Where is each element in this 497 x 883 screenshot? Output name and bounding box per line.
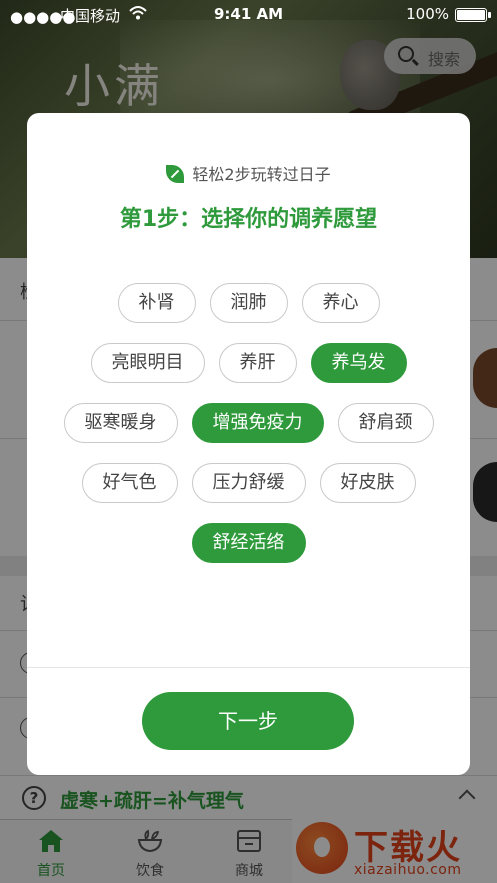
advice-text: 虚寒+疏肝=补气理气 (60, 790, 244, 812)
search-button[interactable]: 搜索 (384, 38, 476, 74)
search-icon (398, 46, 414, 62)
wish-tag[interactable]: 舒肩颈 (337, 403, 434, 443)
next-step-button[interactable]: 下一步 (142, 692, 354, 750)
tag-row: 驱寒暖身 增强免疫力 舒肩颈 (27, 403, 470, 443)
tab-label: 商城 (235, 863, 263, 879)
wish-tag-selected[interactable]: 增强免疫力 (191, 403, 324, 443)
tag-grid: 补肾 润肺 养心 亮眼明目 养肝 养乌发 驱寒暖身 增强免疫力 舒肩颈 好气色 压力舒缓 好皮肤 舒经活… (27, 283, 470, 583)
tag-row: 舒经活络 (27, 523, 470, 563)
step-title: 第1步：选择你的调养愿望 (119, 207, 378, 232)
tab-store[interactable]: 商城 (209, 828, 289, 880)
wish-selection-dialog: 轻松2步玩转过日子 第1步：选择你的调养愿望 补肾 润肺 养心 亮眼明目 养肝 养乌发 驱寒… (27, 113, 470, 775)
wish-tag[interactable]: 补肾 (117, 283, 196, 323)
home-icon (37, 828, 65, 854)
search-placeholder: 搜索 (428, 50, 461, 69)
tab-diet[interactable]: 饮食 (110, 828, 190, 880)
wish-tag[interactable]: 好皮肤 (319, 463, 416, 503)
page-title: 小满 (64, 59, 164, 113)
hint-text: 轻松2步玩转过日子 (192, 165, 331, 184)
chevron-up-icon[interactable] (458, 789, 476, 807)
wish-tag[interactable]: 驱寒暖身 (63, 403, 178, 443)
wish-tag[interactable]: 亮眼明目 (90, 343, 205, 383)
bowl-icon (136, 828, 164, 854)
battery-percent: 100% (406, 5, 449, 23)
tab-label: 首页 (37, 863, 65, 879)
wish-tag-selected[interactable]: 养乌发 (310, 343, 407, 383)
wish-tag[interactable]: 压力舒缓 (191, 463, 306, 503)
watermark: 下载火 xiazaihuo.com (292, 818, 497, 883)
wish-tag-selected[interactable]: 舒经活络 (191, 523, 306, 563)
store-icon (235, 828, 263, 854)
tab-label: 饮食 (136, 863, 164, 879)
status-bar: ●●●●● 中国移动 9:41 AM 100% (0, 0, 497, 30)
tag-row: 好气色 压力舒缓 好皮肤 (27, 463, 470, 503)
question-circle-icon: ? (22, 786, 46, 810)
flame-logo-icon (296, 822, 348, 874)
tag-row: 亮眼明目 养肝 养乌发 (27, 343, 470, 383)
dialog-hint: 轻松2步玩转过日子 (27, 161, 470, 185)
advice-row[interactable]: ? 虚寒+疏肝=补气理气 (0, 775, 497, 819)
leaf-icon (166, 165, 185, 183)
wish-tag[interactable]: 润肺 (209, 283, 288, 323)
tag-row: 补肾 润肺 养心 (27, 283, 470, 323)
battery-icon (455, 8, 491, 22)
divider (27, 667, 470, 668)
wish-tag[interactable]: 好气色 (81, 463, 178, 503)
wish-tag[interactable]: 养心 (301, 283, 380, 323)
wish-tag[interactable]: 养肝 (218, 343, 297, 383)
tab-home[interactable]: 首页 (11, 828, 91, 880)
watermark-url: xiazaihuo.com (354, 862, 462, 878)
